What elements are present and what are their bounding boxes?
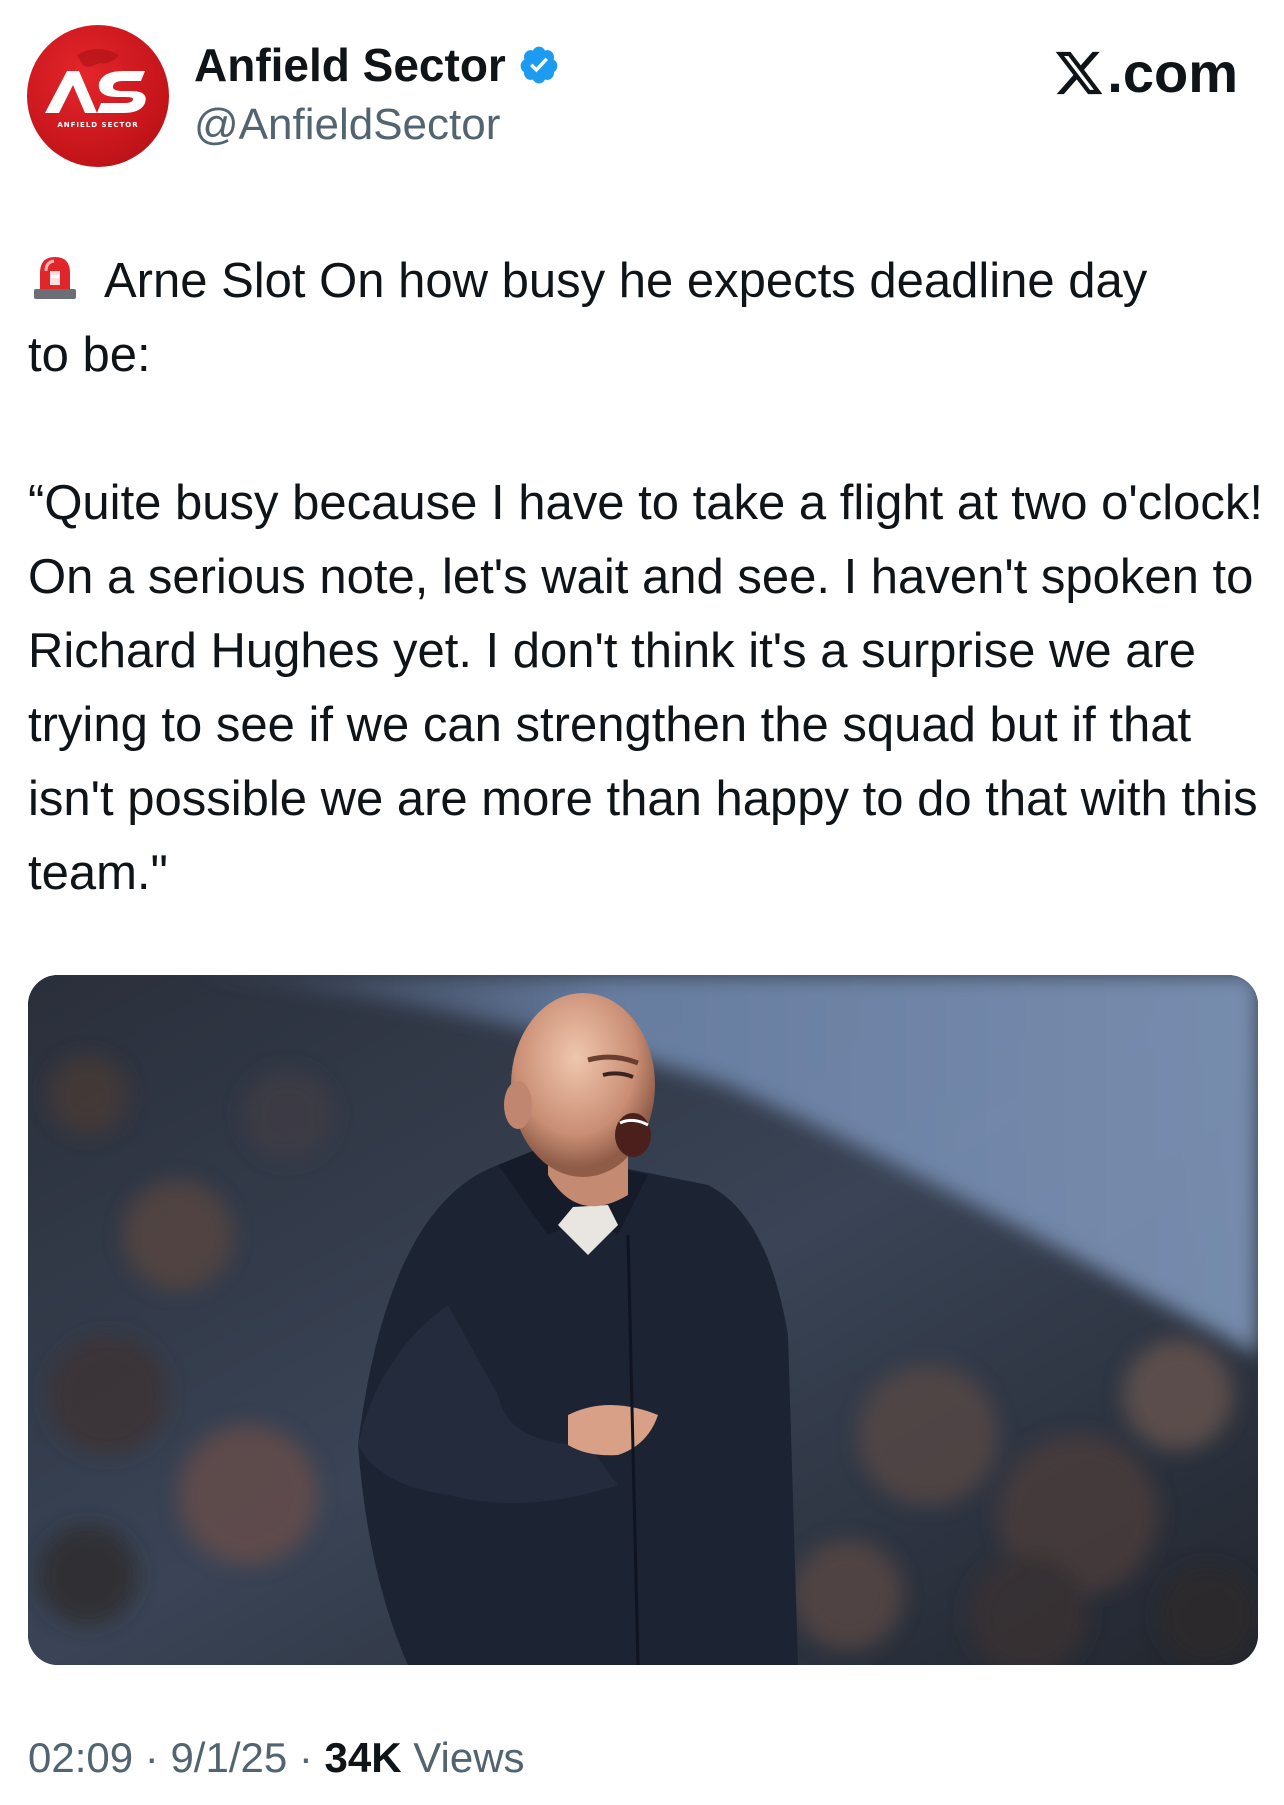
display-name-text: Anfield Sector	[194, 39, 506, 91]
avatar[interactable]: ANFIELD SECTOR	[27, 25, 169, 167]
police-siren-icon	[34, 257, 76, 299]
x-logo-icon	[1056, 51, 1103, 94]
display-name[interactable]: Anfield Sector	[194, 38, 560, 92]
tweet-photo[interactable]	[28, 975, 1258, 1665]
views-count[interactable]: 34K	[325, 1734, 402, 1781]
tweet-meta: 02:09 · 9/1/25 · 34K Views	[28, 1734, 525, 1782]
x-brand: .com	[1053, 40, 1238, 105]
avatar-caption: ANFIELD SECTOR	[57, 121, 139, 129]
meta-separator: ·	[133, 1734, 171, 1781]
verified-badge-icon	[520, 46, 558, 84]
tweet-text: Arne Slot On how busy he expects deadlin…	[28, 244, 1268, 910]
photo-icon	[28, 975, 1258, 1665]
handle[interactable]: @AnfieldSector	[194, 100, 500, 150]
views-label: Views	[401, 1734, 525, 1781]
meta-separator: ·	[287, 1734, 325, 1781]
tweet-date[interactable]: 9/1/25	[170, 1734, 287, 1781]
avatar-logo-icon	[45, 49, 146, 113]
brand-text: .com	[1107, 41, 1238, 104]
tweet-body: Arne Slot On how busy he expects deadlin…	[28, 254, 1264, 900]
tweet-time[interactable]: 02:09	[28, 1734, 133, 1781]
